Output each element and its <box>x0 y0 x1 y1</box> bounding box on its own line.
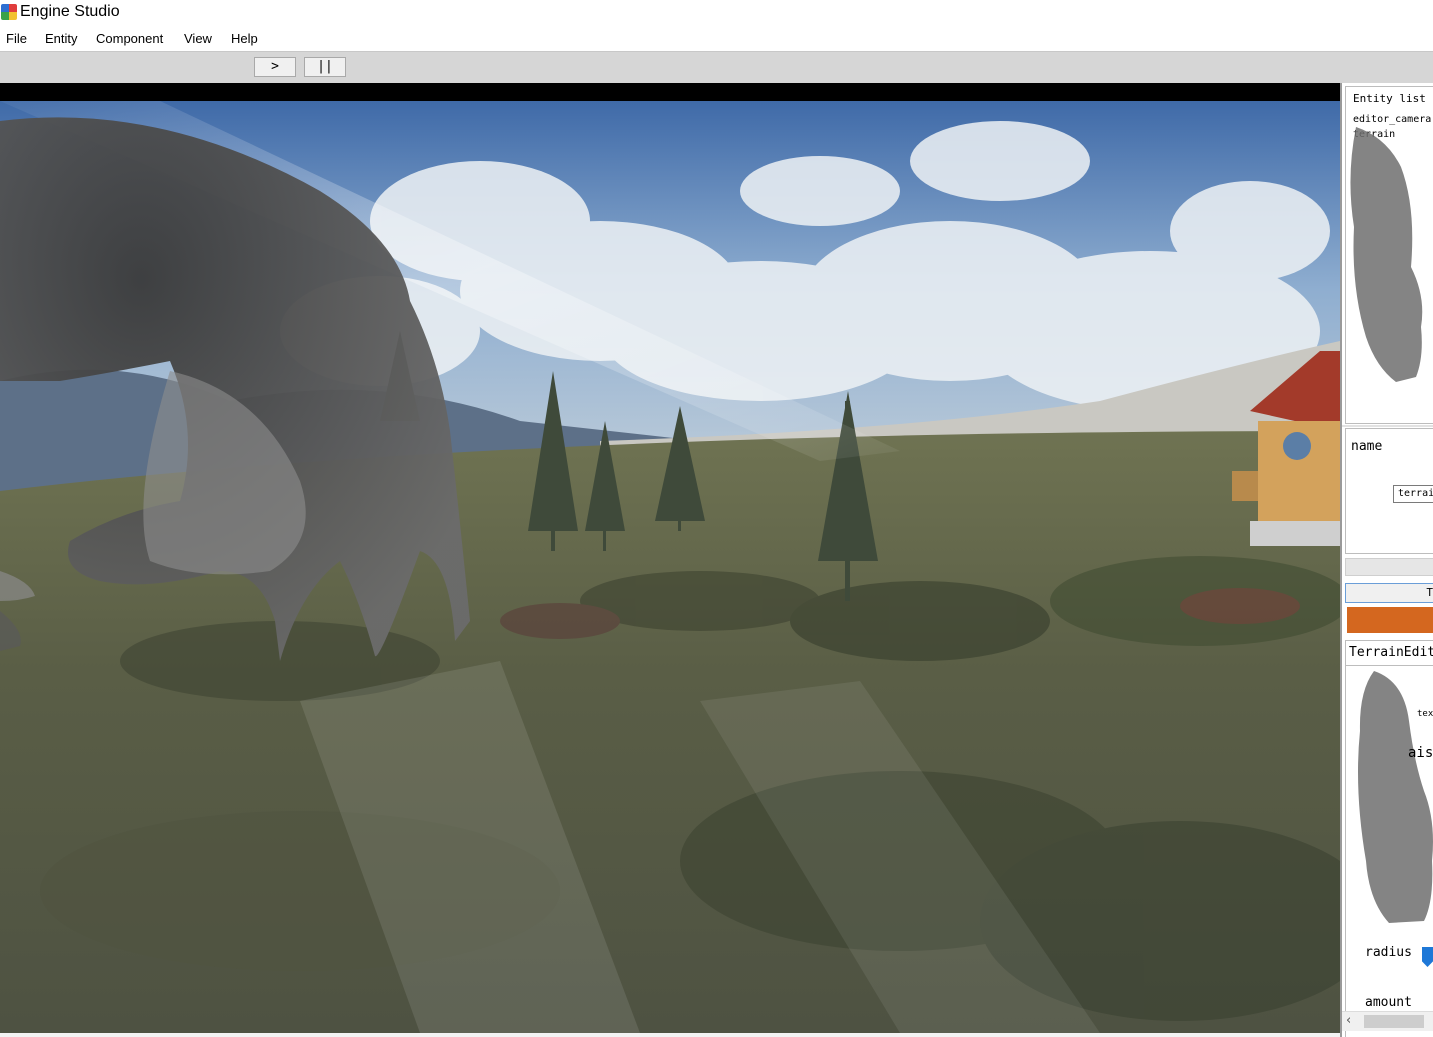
entity-item-editor-camera[interactable]: editor_camera <box>1353 114 1431 125</box>
name-label: name <box>1351 439 1383 454</box>
entity-list-panel: Entity list editor_camera terrain <box>1345 86 1433 424</box>
radius-slider-thumb[interactable] <box>1422 947 1433 967</box>
entity-list-title: Entity list <box>1353 92 1426 105</box>
app-icon <box>1 4 17 20</box>
amount-label: amount <box>1365 995 1412 1010</box>
chevron-left-icon[interactable]: ‹ <box>1346 1013 1351 1028</box>
component-tab[interactable]: T <box>1345 583 1433 603</box>
window-title: Engine Studio <box>20 3 120 20</box>
panel-divider <box>1342 425 1433 427</box>
orange-action-button[interactable] <box>1347 607 1433 633</box>
wolf-overlay-top <box>1350 127 1423 382</box>
properties-panel: name terrain <box>1345 428 1433 554</box>
raise-button[interactable]: aise <box>1408 745 1433 761</box>
texture-label: tex <box>1417 709 1433 719</box>
title-bar: Engine Studio <box>0 0 1433 27</box>
play-button[interactable]: > <box>254 57 296 77</box>
toolbar: > || <box>0 51 1433 83</box>
menu-entity[interactable]: Entity <box>45 31 78 46</box>
pause-button[interactable]: || <box>304 57 346 77</box>
viewport-bottom-edge <box>0 1033 1340 1037</box>
terrain-editor-panel: TerrainEdit tex aise radius amount <box>1345 640 1433 1037</box>
scrollbar-thumb[interactable] <box>1364 1015 1424 1028</box>
scene-viewport[interactable] <box>0 83 1340 1033</box>
component-selector[interactable] <box>1345 558 1433 576</box>
viewport-top-strip <box>0 83 1340 101</box>
menu-component[interactable]: Component <box>96 31 163 46</box>
radius-label: radius <box>1365 945 1412 960</box>
menu-bar: File Entity Component View Help <box>0 27 1433 51</box>
panel-horizontal-scrollbar[interactable]: ‹ <box>1342 1011 1433 1031</box>
right-panel: Entity list editor_camera terrain name t… <box>1340 83 1433 1037</box>
menu-help[interactable]: Help <box>231 31 258 46</box>
terrain-editor-divider <box>1346 665 1433 666</box>
menu-file[interactable]: File <box>6 31 27 46</box>
terrain-editor-title: TerrainEdit <box>1349 645 1433 660</box>
name-input[interactable]: terrain <box>1393 485 1433 503</box>
menu-view[interactable]: View <box>184 31 212 46</box>
scene-render <box>0 101 1340 1033</box>
